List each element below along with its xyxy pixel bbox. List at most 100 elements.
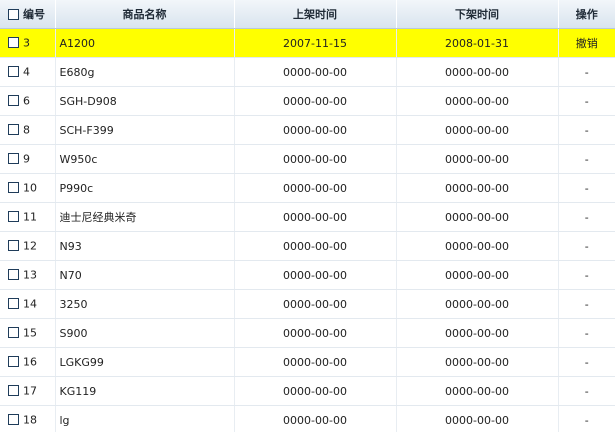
off-shelf-date-cell: 0000-00-00 — [396, 57, 559, 87]
action-placeholder: - — [558, 318, 615, 348]
row-checkbox[interactable] — [8, 269, 19, 281]
on-shelf-date-cell: 0000-00-00 — [234, 260, 397, 290]
table-row[interactable]: 17 KG119 0000-00-00 0000-00-00- — [0, 376, 615, 406]
row-id: 12 — [23, 239, 37, 253]
row-id: 10 — [23, 181, 37, 195]
on-shelf-date-cell: 0000-00-00 — [234, 173, 397, 203]
row-checkbox[interactable] — [8, 298, 19, 310]
header-action: 操作 — [558, 0, 615, 29]
table-row[interactable]: 18 lg 0000-00-00 0000-00-00- — [0, 405, 615, 432]
off-shelf-date-cell: 0000-00-00 — [396, 347, 559, 377]
action-placeholder: - — [558, 115, 615, 145]
row-id: 16 — [23, 355, 37, 369]
row-id-cell: 14 — [0, 289, 56, 319]
off-shelf-date-cell: 0000-00-00 — [396, 115, 559, 145]
row-checkbox[interactable] — [8, 356, 19, 368]
row-checkbox[interactable] — [8, 240, 19, 252]
table-row[interactable]: 15 S900 0000-00-00 0000-00-00- — [0, 318, 615, 348]
product-name-cell: SCH-F399 — [55, 115, 235, 145]
product-name-cell: SGH-D908 — [55, 86, 235, 116]
on-shelf-date-cell: 2007-11-15 — [234, 28, 397, 58]
row-checkbox[interactable] — [8, 66, 19, 78]
on-shelf-date-cell: 0000-00-00 — [234, 318, 397, 348]
product-name-cell: P990c — [55, 173, 235, 203]
action-placeholder: - — [558, 376, 615, 406]
table-row[interactable]: 8 SCH-F399 0000-00-00 0000-00-00- — [0, 115, 615, 145]
off-shelf-date-cell: 0000-00-00 — [396, 318, 559, 348]
on-shelf-date-cell: 0000-00-00 — [234, 405, 397, 432]
product-name-cell: KG119 — [55, 376, 235, 406]
row-id-cell: 17 — [0, 376, 56, 406]
action-placeholder: - — [558, 57, 615, 87]
on-shelf-date-cell: 0000-00-00 — [234, 289, 397, 319]
on-shelf-date-cell: 0000-00-00 — [234, 202, 397, 232]
row-id: 6 — [23, 94, 30, 108]
table-header: 编号 商品名称 上架时间 下架时间 操作 — [0, 0, 615, 29]
table-row[interactable]: 14 3250 0000-00-00 0000-00-00- — [0, 289, 615, 319]
row-checkbox[interactable] — [8, 385, 19, 397]
revoke-action-link[interactable]: 撤销 — [558, 28, 615, 58]
row-id: 11 — [23, 210, 37, 224]
off-shelf-date-cell: 2008-01-31 — [396, 28, 559, 58]
row-checkbox[interactable] — [8, 37, 19, 49]
table-body: 3 A1200 2007-11-15 2008-01-31 撤销 4 E680g 0000-0… — [0, 28, 615, 432]
action-placeholder: - — [558, 202, 615, 232]
row-id: 3 — [23, 36, 30, 50]
row-id: 14 — [23, 297, 37, 311]
action-placeholder: - — [558, 405, 615, 432]
row-checkbox[interactable] — [8, 153, 19, 165]
off-shelf-date-cell: 0000-00-00 — [396, 405, 559, 432]
on-shelf-date-cell: 0000-00-00 — [234, 144, 397, 174]
on-shelf-date-cell: 0000-00-00 — [234, 376, 397, 406]
select-all-checkbox[interactable] — [8, 9, 19, 20]
product-name-cell: N70 — [55, 260, 235, 290]
row-checkbox[interactable] — [8, 327, 19, 339]
header-on-shelf[interactable]: 上架时间 — [234, 0, 397, 29]
action-placeholder: - — [558, 144, 615, 174]
action-placeholder: - — [558, 347, 615, 377]
table-row[interactable]: 13 N70 0000-00-00 0000-00-00- — [0, 260, 615, 290]
row-id: 17 — [23, 384, 37, 398]
table-row[interactable]: 3 A1200 2007-11-15 2008-01-31 撤销 — [0, 28, 615, 58]
table-row[interactable]: 11 迪士尼经典米奇 0000-00-00 0000-00-00- — [0, 202, 615, 232]
product-name-cell: LGKG99 — [55, 347, 235, 377]
product-name-cell: W950c — [55, 144, 235, 174]
row-id-cell: 13 — [0, 260, 56, 290]
row-checkbox[interactable] — [8, 182, 19, 194]
table-row[interactable]: 4 E680g 0000-00-00 0000-00-00- — [0, 57, 615, 87]
row-id-cell: 6 — [0, 86, 56, 116]
on-shelf-date-cell: 0000-00-00 — [234, 115, 397, 145]
table-row[interactable]: 9 W950c 0000-00-00 0000-00-00- — [0, 144, 615, 174]
table-row[interactable]: 16 LGKG99 0000-00-00 0000-00-00- — [0, 347, 615, 377]
off-shelf-date-cell: 0000-00-00 — [396, 289, 559, 319]
row-checkbox[interactable] — [8, 211, 19, 223]
off-shelf-date-cell: 0000-00-00 — [396, 376, 559, 406]
header-name[interactable]: 商品名称 — [55, 0, 235, 29]
table-row[interactable]: 12 N93 0000-00-00 0000-00-00- — [0, 231, 615, 261]
off-shelf-date-cell: 0000-00-00 — [396, 202, 559, 232]
row-id: 8 — [23, 123, 30, 137]
off-shelf-date-cell: 0000-00-00 — [396, 231, 559, 261]
on-shelf-date-cell: 0000-00-00 — [234, 57, 397, 87]
row-checkbox[interactable] — [8, 95, 19, 107]
on-shelf-date-cell: 0000-00-00 — [234, 231, 397, 261]
header-off-shelf[interactable]: 下架时间 — [396, 0, 559, 29]
row-id-cell: 3 — [0, 28, 56, 58]
row-checkbox[interactable] — [8, 124, 19, 136]
row-id: 13 — [23, 268, 37, 282]
table-row[interactable]: 10 P990c 0000-00-00 0000-00-00- — [0, 173, 615, 203]
row-id-cell: 11 — [0, 202, 56, 232]
header-id[interactable]: 编号 — [0, 0, 56, 29]
row-id: 18 — [23, 413, 37, 427]
product-name-cell: lg — [55, 405, 235, 432]
row-id-cell: 8 — [0, 115, 56, 145]
on-shelf-date-cell: 0000-00-00 — [234, 347, 397, 377]
row-id-cell: 4 — [0, 57, 56, 87]
row-checkbox[interactable] — [8, 414, 19, 426]
product-table: 编号 商品名称 上架时间 下架时间 操作 3 A1200 2007-11-15 200… — [0, 0, 615, 432]
table-row[interactable]: 6 SGH-D908 0000-00-00 0000-00-00- — [0, 86, 615, 116]
product-name-cell: 3250 — [55, 289, 235, 319]
row-id-cell: 10 — [0, 173, 56, 203]
row-id-cell: 18 — [0, 405, 56, 432]
action-placeholder: - — [558, 231, 615, 261]
